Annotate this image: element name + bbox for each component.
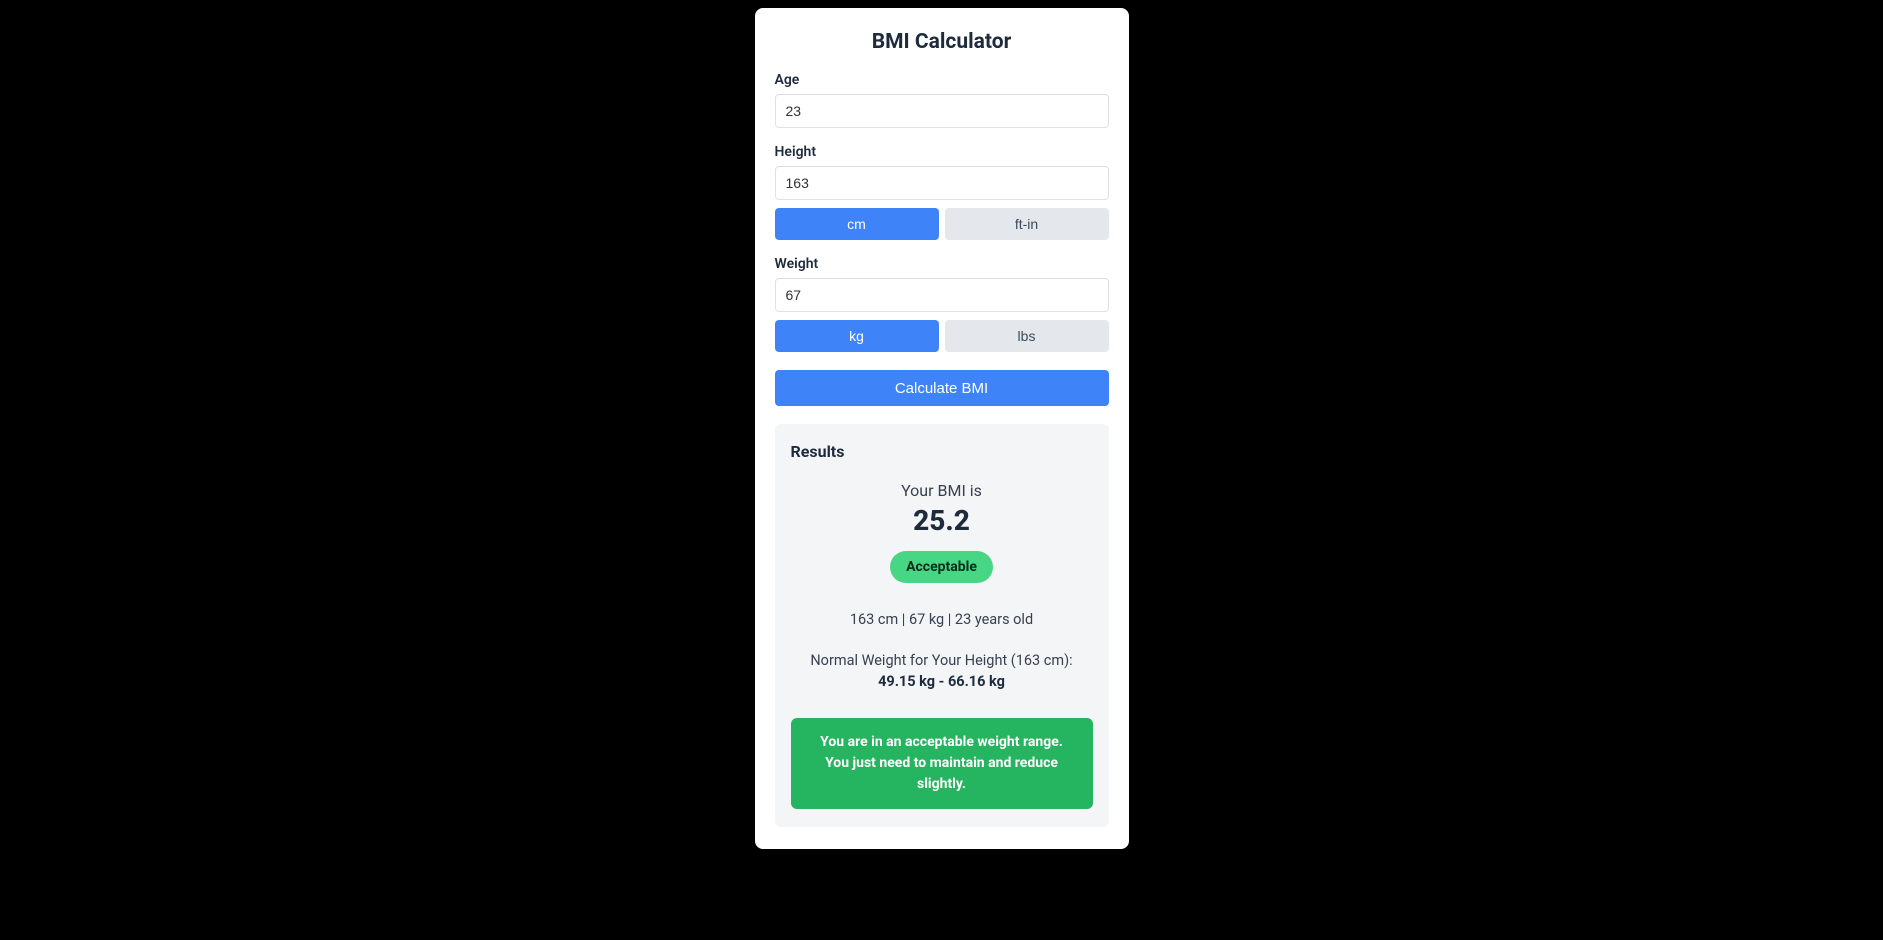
height-unit-cm-button[interactable]: cm: [775, 208, 939, 240]
results-panel: Results Your BMI is 25.2 Acceptable 163 …: [775, 424, 1109, 827]
height-unit-toggle: cm ft-in: [775, 208, 1109, 240]
bmi-intro: Your BMI is: [791, 481, 1093, 500]
height-label: Height: [775, 144, 1109, 160]
height-group: Height cm ft-in: [775, 144, 1109, 240]
normal-weight-range: 49.15 kg - 66.16 kg: [791, 673, 1093, 690]
height-input[interactable]: [775, 166, 1109, 200]
input-summary: 163 cm | 67 kg | 23 years old: [791, 611, 1093, 628]
weight-group: Weight kg lbs: [775, 256, 1109, 352]
weight-unit-lbs-button[interactable]: lbs: [945, 320, 1109, 352]
bmi-calculator-card: BMI Calculator Age Height cm ft-in Weigh…: [755, 8, 1129, 849]
page-title: BMI Calculator: [775, 30, 1109, 54]
results-heading: Results: [791, 442, 1093, 461]
bmi-value: 25.2: [791, 504, 1093, 537]
normal-weight-label: Normal Weight for Your Height (163 cm):: [791, 652, 1093, 669]
status-badge: Acceptable: [890, 551, 993, 583]
age-label: Age: [775, 72, 1109, 88]
age-group: Age: [775, 72, 1109, 128]
weight-input[interactable]: [775, 278, 1109, 312]
weight-label: Weight: [775, 256, 1109, 272]
height-unit-ftin-button[interactable]: ft-in: [945, 208, 1109, 240]
weight-unit-kg-button[interactable]: kg: [775, 320, 939, 352]
weight-unit-toggle: kg lbs: [775, 320, 1109, 352]
calculate-button[interactable]: Calculate BMI: [775, 370, 1109, 406]
advice-message: You are in an acceptable weight range. Y…: [791, 718, 1093, 809]
age-input[interactable]: [775, 94, 1109, 128]
